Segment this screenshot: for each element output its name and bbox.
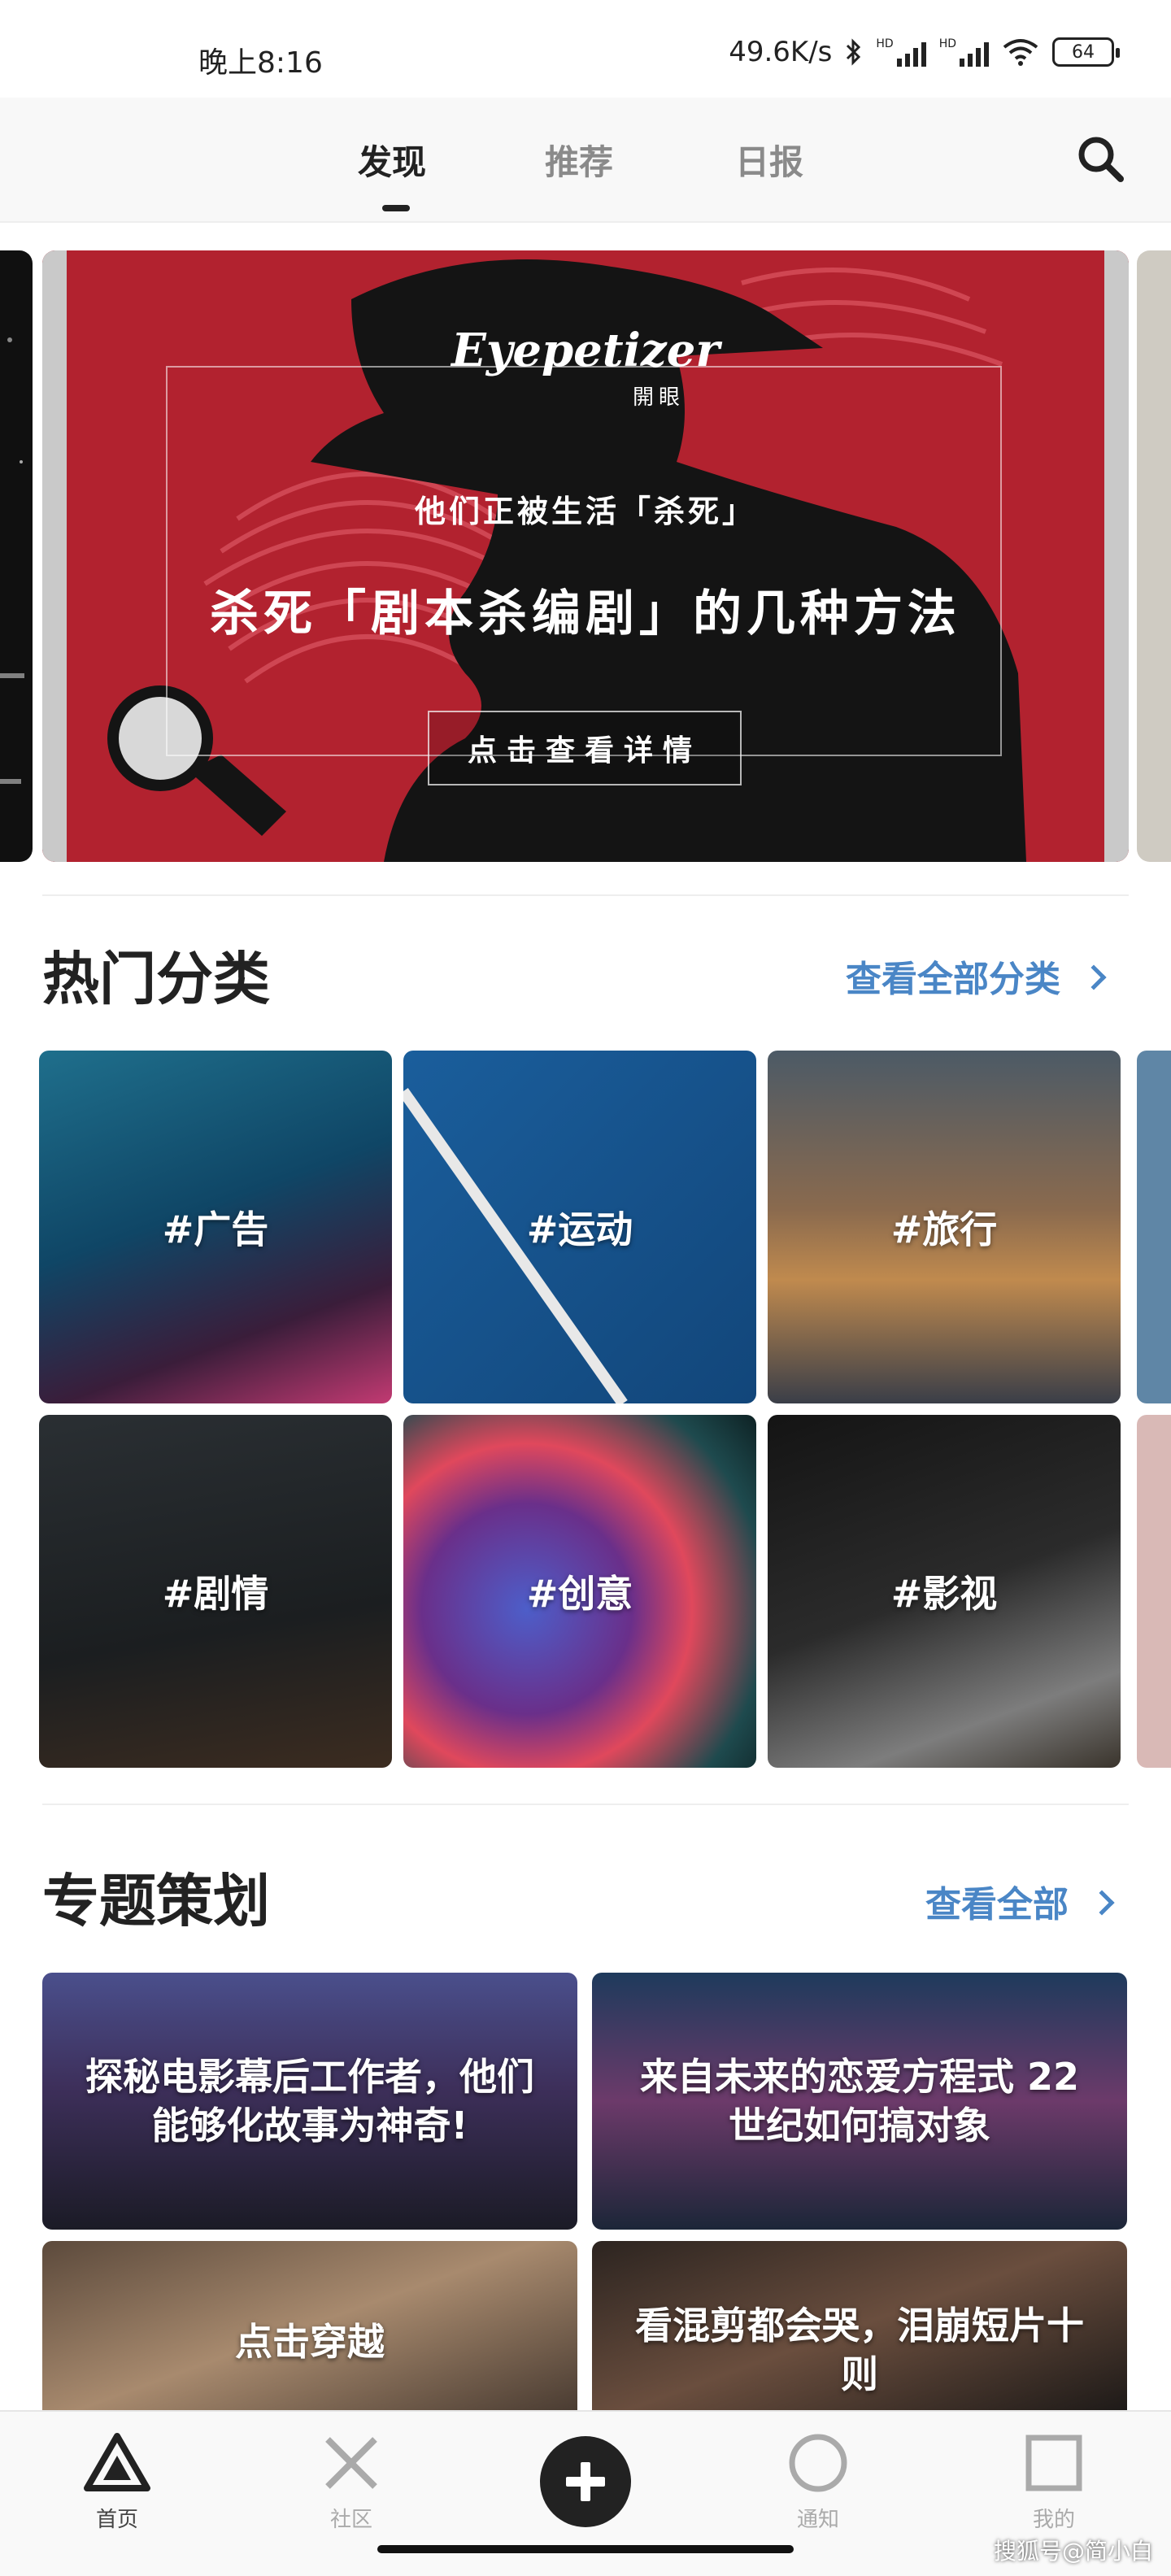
nav-label: 我的 <box>1032 2508 1075 2532</box>
category-tile-film[interactable]: #影视 <box>768 1415 1121 1768</box>
banner-details-button[interactable]: 点击查看详情 <box>428 711 742 785</box>
banner-subtitle: 他们正被生活「杀死」 <box>414 494 756 529</box>
category-label: #创意 <box>526 1572 633 1616</box>
square-icon <box>1025 2435 1082 2491</box>
nav-home[interactable]: 首页 <box>60 2428 174 2533</box>
status-indicators: 49.6K/s HD HD 64 <box>729 36 1120 68</box>
tab-indicator <box>382 205 410 211</box>
network-speed: 49.6K/s <box>729 36 833 68</box>
topics-title: 专题策划 <box>42 1868 270 1934</box>
banner-card[interactable]: Eyepetizer 開眼 他们正被生活「杀死」 杀死「剧本杀编剧」的几种方法 … <box>42 250 1129 862</box>
triangle-icon <box>84 2433 150 2491</box>
add-button[interactable] <box>540 2436 631 2527</box>
chevron-right-icon <box>1089 1890 1115 1916</box>
nav-community[interactable]: 社区 <box>294 2428 408 2533</box>
home-indicator[interactable] <box>377 2545 794 2553</box>
divider <box>42 1804 1129 1805</box>
category-tile-creative[interactable]: #创意 <box>403 1415 756 1768</box>
banner-logo-sub: 開眼 <box>632 385 685 410</box>
topic-label: 来自未来的恋爱方程式 22世纪如何搞对象 <box>639 2055 1080 2147</box>
wifi-icon <box>1003 39 1038 66</box>
banner-title: 杀死「剧本杀编剧」的几种方法 <box>210 585 961 642</box>
signal-icon-2: HD <box>939 37 989 67</box>
plus-icon <box>566 2462 605 2501</box>
category-tile-ads[interactable]: #广告 <box>39 1051 392 1403</box>
nav-label: 首页 <box>95 2508 138 2532</box>
topic-label: 点击穿越 <box>235 2320 385 2364</box>
topic-label: 探秘电影幕后工作者，他们能够化故事为神奇! <box>85 2055 534 2147</box>
tab-daily[interactable]: 日报 <box>735 135 803 185</box>
divider <box>42 894 1129 896</box>
view-all-categories-link[interactable]: 查看全部分类 <box>846 950 1107 1002</box>
topic-card[interactable]: 点击穿越 <box>42 2241 577 2410</box>
banner-frame <box>166 366 1002 756</box>
status-time: 晚上8:16 <box>198 46 323 80</box>
category-label: #影视 <box>890 1572 998 1616</box>
search-icon[interactable] <box>1072 130 1129 187</box>
view-all-categories-label: 查看全部分类 <box>846 959 1060 1000</box>
signal-icon: HD <box>876 37 926 67</box>
chevron-right-icon <box>1081 964 1107 990</box>
topic-label: 看混剪都会哭，泪崩短片十则 <box>635 2304 1084 2396</box>
cross-icon <box>325 2437 377 2489</box>
tab-discover[interactable]: 发现 <box>358 135 426 185</box>
circle-icon <box>789 2434 847 2492</box>
category-label: #广告 <box>162 1208 269 1251</box>
nav-label: 社区 <box>329 2508 372 2532</box>
view-all-topics-link[interactable]: 查看全部 <box>925 1875 1115 1927</box>
topic-card[interactable]: 看混剪都会哭，泪崩短片十则 <box>592 2241 1127 2410</box>
topic-card[interactable]: 来自未来的恋爱方程式 22世纪如何搞对象 <box>592 1973 1127 2230</box>
banner-next-peek[interactable] <box>1137 250 1171 862</box>
category-label: #剧情 <box>162 1572 269 1616</box>
category-next-peek[interactable] <box>1137 1051 1171 1403</box>
bluetooth-icon <box>847 38 861 66</box>
nav-profile[interactable]: 我的 <box>997 2428 1111 2533</box>
top-nav: 发现 推荐 日报 <box>0 98 1171 223</box>
category-next-peek-2[interactable] <box>1137 1415 1171 1768</box>
nav-notifications[interactable]: 通知 <box>761 2428 875 2533</box>
status-bar: 晚上8:16 49.6K/s HD HD 64 <box>0 0 1171 98</box>
tab-recommend[interactable]: 推荐 <box>545 135 613 185</box>
topic-card[interactable]: 探秘电影幕后工作者，他们能够化故事为神奇! <box>42 1973 577 2230</box>
view-all-topics-label: 查看全部 <box>925 1884 1069 1925</box>
banner-logo: Eyepetizer <box>451 324 720 377</box>
category-label: #运动 <box>526 1208 633 1251</box>
category-tile-sports[interactable]: #运动 <box>403 1051 756 1403</box>
nav-label: 通知 <box>796 2508 839 2532</box>
watermark: 搜狐号@简小白 <box>993 2538 1153 2565</box>
banner-prev-peek[interactable] <box>0 250 33 862</box>
battery-icon: 64 <box>1052 37 1120 67</box>
category-tile-travel[interactable]: #旅行 <box>768 1051 1121 1403</box>
category-label: #旅行 <box>890 1208 998 1251</box>
hot-categories-title: 热门分类 <box>42 946 270 1012</box>
category-tile-drama[interactable]: #剧情 <box>39 1415 392 1768</box>
